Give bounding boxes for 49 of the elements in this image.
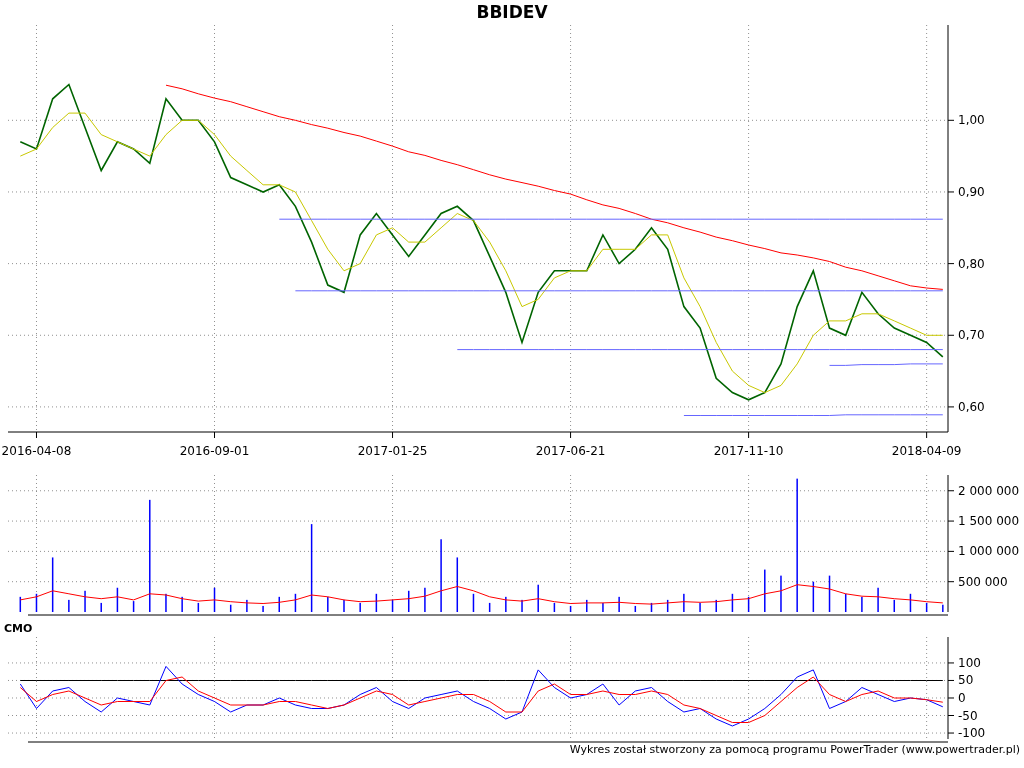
tick-label: 1 500 000	[958, 514, 1020, 529]
volume-bar	[844, 593, 847, 612]
volume-bar	[828, 575, 831, 612]
volume-bar	[375, 593, 378, 612]
indicator-label: CMO	[4, 620, 33, 637]
tick-label: 0,90	[958, 184, 985, 199]
tick-label: 1,00	[958, 113, 985, 128]
tick-label: -100	[958, 726, 986, 741]
volume-bar	[925, 602, 928, 612]
volume-bar	[294, 593, 297, 612]
tick-label: 0,70	[958, 328, 985, 343]
tick-label: 0,80	[958, 256, 985, 271]
volume-bar	[488, 602, 491, 612]
volume-bar	[229, 604, 232, 612]
tick-label: 2018-04-09	[891, 444, 962, 458]
volume-bar	[197, 602, 200, 612]
tick-label: -50	[958, 708, 978, 723]
volume-bar	[132, 601, 135, 612]
tick-label: 2016-09-01	[179, 444, 250, 458]
volume-bar	[51, 557, 54, 612]
volume-bar	[456, 557, 459, 612]
volume-bar	[19, 596, 22, 612]
volume-bar	[116, 587, 119, 612]
volume-bar	[472, 593, 475, 612]
volume-bar	[391, 599, 394, 612]
tick-label: 0	[958, 691, 966, 705]
volume-bar	[553, 602, 556, 612]
tick-label: 1 000 000	[958, 544, 1020, 559]
tick-label: 2016-04-08	[1, 444, 72, 458]
tick-label: 2 000 000	[958, 483, 1020, 498]
volume-bar	[213, 587, 216, 612]
tick-label: 2017-06-21	[535, 444, 606, 458]
tick-label: 2017-11-10	[713, 444, 784, 458]
chart-title: BBIDEV	[476, 0, 548, 24]
volume-bar	[569, 605, 572, 612]
volume-bar	[650, 602, 653, 612]
volume-bar	[35, 593, 38, 612]
volume-bar	[634, 605, 637, 612]
volume-bar	[909, 593, 912, 612]
volume-bar	[731, 593, 734, 612]
tick-label: 0,60	[958, 399, 985, 414]
tick-label: 500 000	[958, 574, 1008, 589]
tick-label: 100	[958, 655, 981, 670]
volume-bar	[666, 599, 669, 612]
tick-label: 2017-01-25	[357, 444, 428, 458]
footer-credit: Wykres został stworzony za pomocą programu PowerTrader (www.powertrader.pl)	[569, 743, 1020, 757]
volume-bar	[747, 596, 750, 612]
tick-label: 50	[958, 673, 974, 688]
volume-bar	[812, 581, 815, 612]
